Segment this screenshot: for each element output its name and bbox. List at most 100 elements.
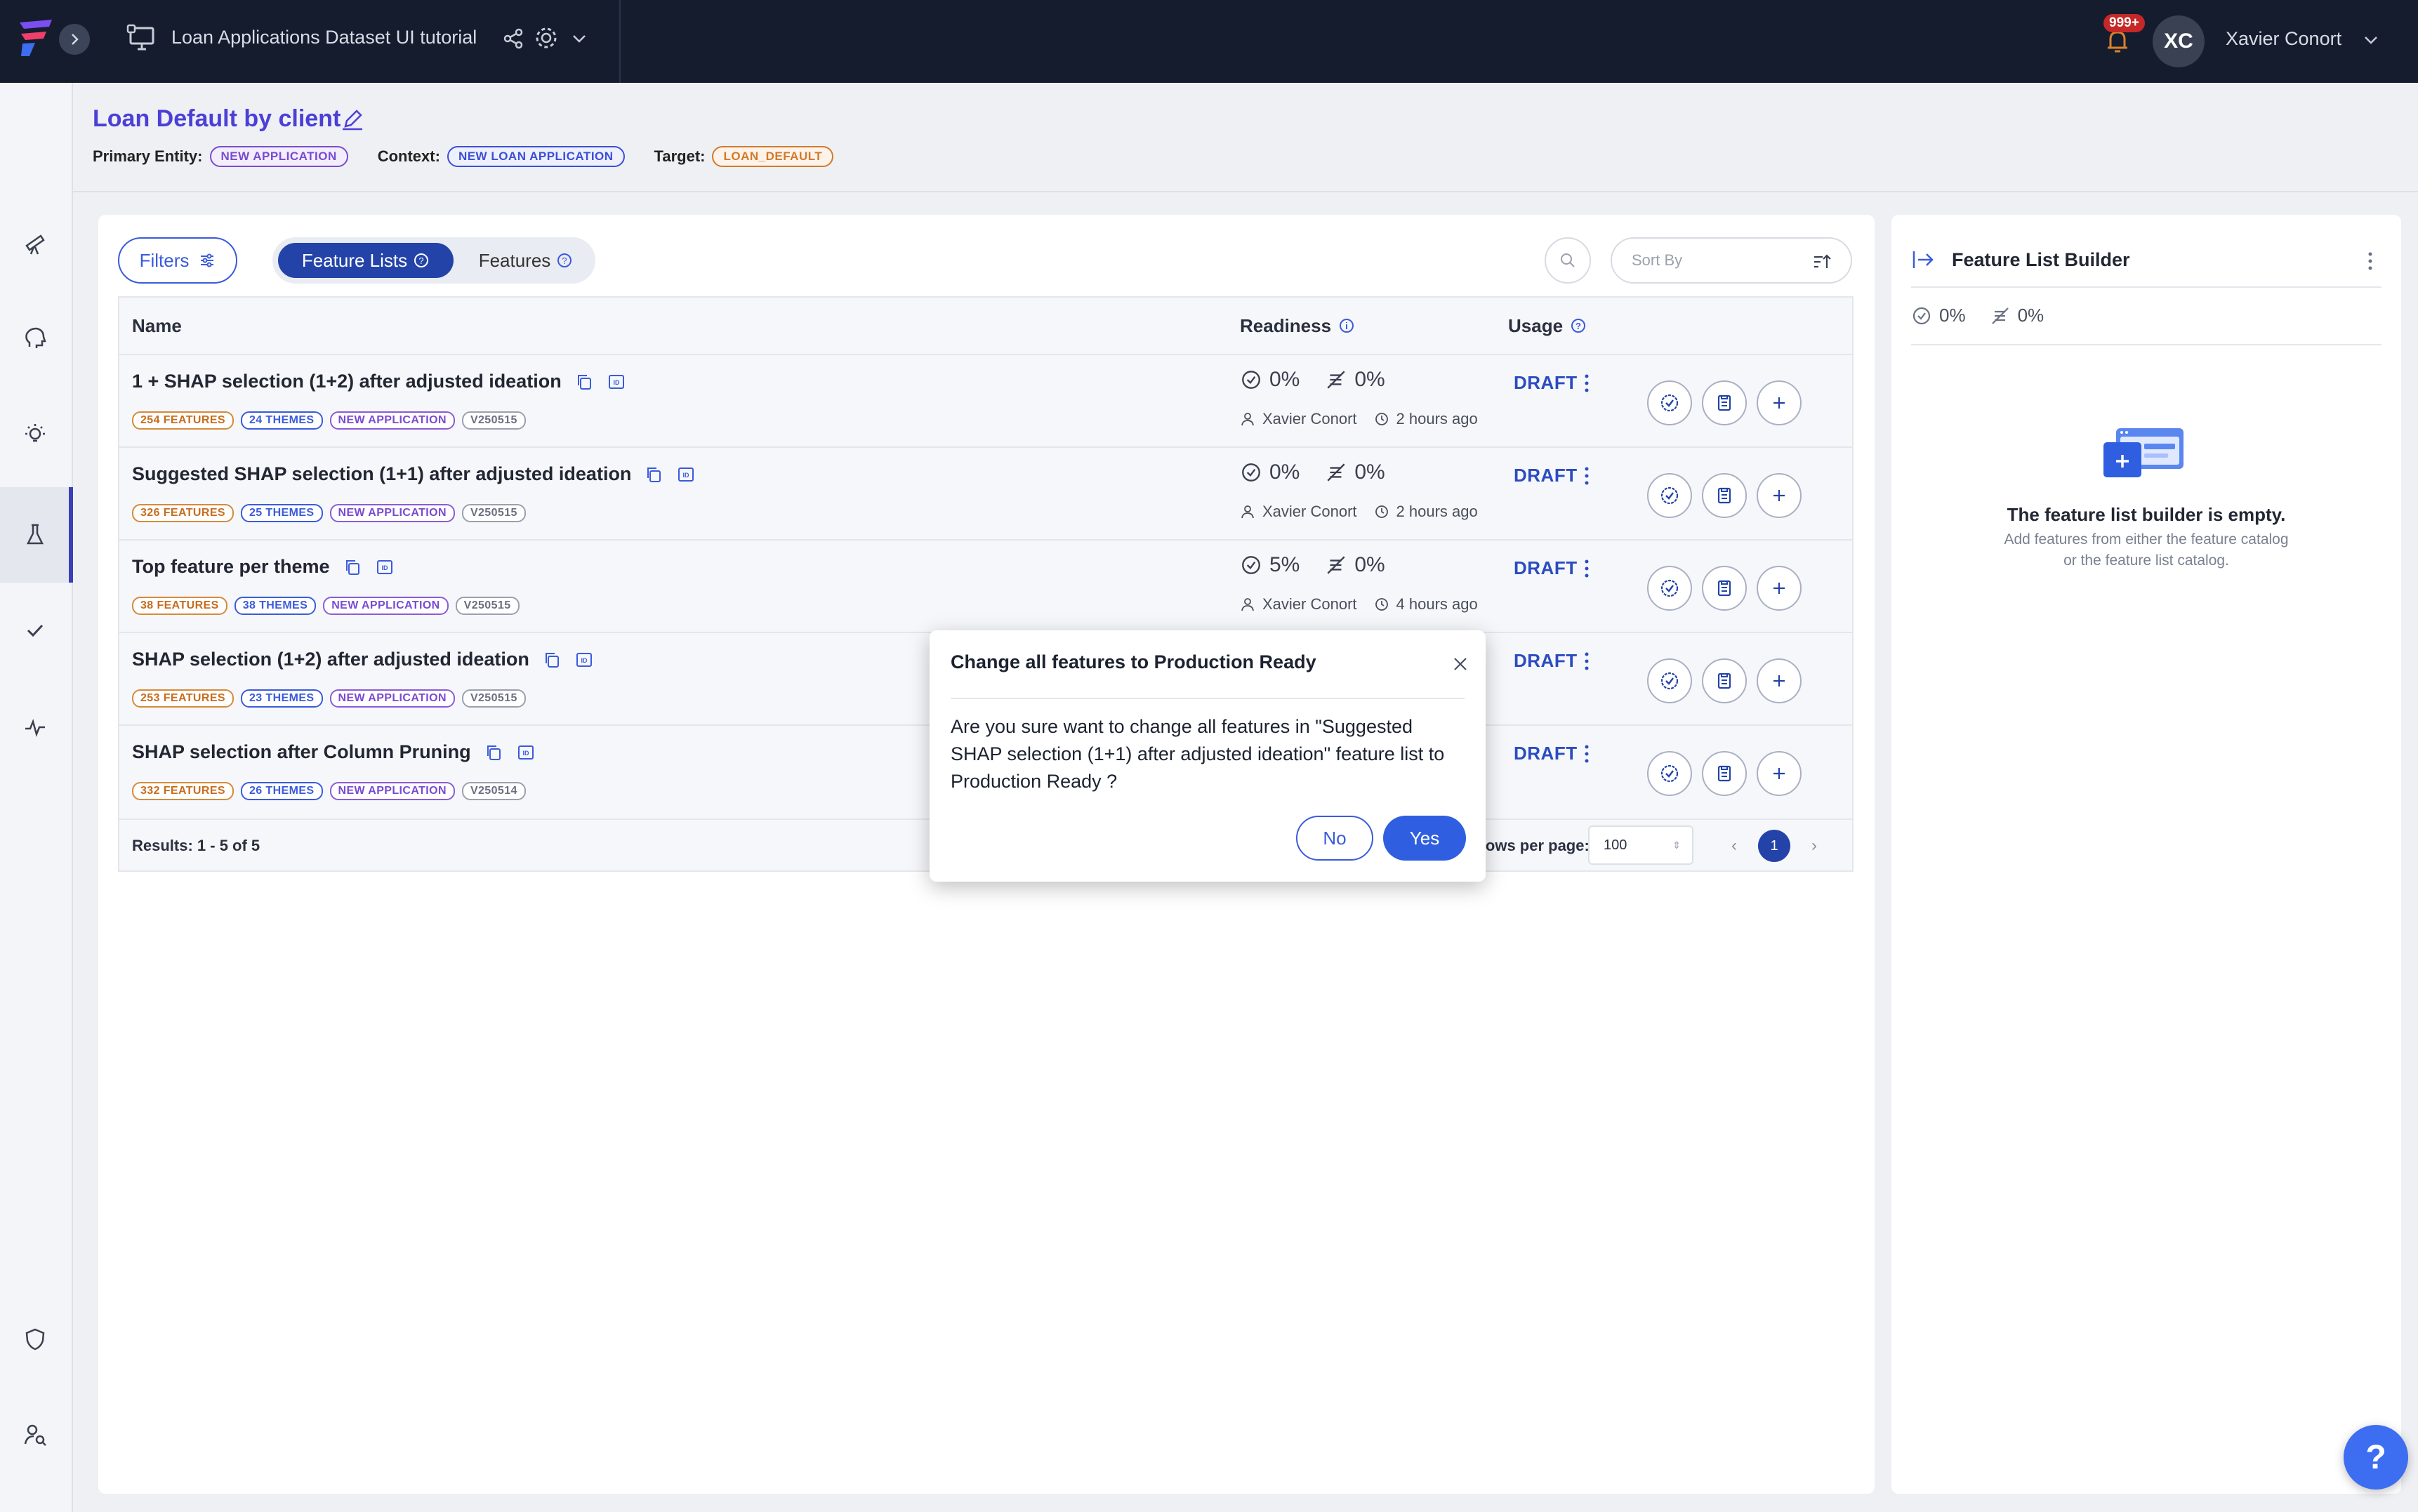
- check-circle-icon: [1242, 371, 1260, 389]
- view-list-button[interactable]: [1702, 380, 1747, 425]
- copy-icon[interactable]: [343, 557, 362, 577]
- id-card-icon[interactable]: ID: [375, 557, 395, 577]
- make-production-ready-button[interactable]: [1647, 658, 1692, 703]
- gear-icon[interactable]: [534, 25, 559, 51]
- share-icon[interactable]: [501, 27, 525, 51]
- help-circle-icon[interactable]: ?: [1570, 317, 1587, 334]
- more-options-icon[interactable]: [1580, 741, 1594, 767]
- feature-list-name[interactable]: Top feature per theme: [132, 556, 330, 578]
- table-row[interactable]: Top feature per theme ID 38 FEATURES 38 T…: [119, 539, 1852, 632]
- info-icon[interactable]: [1338, 317, 1355, 334]
- row-actions: [1647, 566, 1802, 611]
- table-row[interactable]: Suggested SHAP selection (1+1) after adj…: [119, 446, 1852, 539]
- more-options-icon[interactable]: [1580, 371, 1594, 396]
- add-to-builder-button[interactable]: [1757, 473, 1802, 518]
- page-button-current[interactable]: 1: [1758, 830, 1790, 862]
- add-to-builder-button[interactable]: [1757, 658, 1802, 703]
- feature-list-name[interactable]: Suggested SHAP selection (1+1) after adj…: [132, 463, 631, 485]
- divider: [1911, 286, 2381, 288]
- svg-text:ID: ID: [581, 657, 588, 664]
- no-button[interactable]: No: [1296, 816, 1373, 861]
- sort-icon[interactable]: [1811, 251, 1832, 272]
- edit-pencil-icon[interactable]: [340, 107, 365, 132]
- sidebar-item-brain[interactable]: [15, 319, 55, 358]
- yes-button[interactable]: Yes: [1383, 816, 1466, 861]
- id-card-icon[interactable]: ID: [607, 372, 626, 392]
- user-menu-chevron-icon[interactable]: [2362, 31, 2380, 49]
- row-tags: 326 FEATURES 25 THEMES NEW APPLICATION V250…: [132, 504, 526, 522]
- next-page-button[interactable]: ›: [1811, 836, 1817, 856]
- row-actions: [1647, 751, 1802, 796]
- add-to-builder-button[interactable]: [1757, 751, 1802, 796]
- more-options-icon[interactable]: [1580, 649, 1594, 674]
- id-card-icon[interactable]: ID: [574, 650, 594, 670]
- add-to-builder-button[interactable]: [1757, 380, 1802, 425]
- prev-page-button[interactable]: ‹: [1731, 836, 1737, 856]
- more-options-icon[interactable]: [1580, 556, 1594, 581]
- copy-icon[interactable]: [542, 650, 562, 670]
- help-circle-icon[interactable]: ?: [413, 252, 430, 269]
- column-header-readiness[interactable]: Readiness: [1240, 298, 1355, 354]
- search-button[interactable]: [1545, 237, 1591, 284]
- make-production-ready-button[interactable]: [1647, 751, 1692, 796]
- row-tag: 25 THEMES: [240, 504, 323, 522]
- close-icon[interactable]: [1451, 654, 1470, 674]
- make-production-ready-button[interactable]: [1647, 380, 1692, 425]
- sidebar-item-approve[interactable]: [15, 611, 55, 650]
- make-production-ready-button[interactable]: [1647, 566, 1692, 611]
- chevron-down-icon[interactable]: [570, 29, 588, 48]
- copy-icon[interactable]: [574, 372, 594, 392]
- avatar[interactable]: XC: [2153, 15, 2205, 67]
- sidebar-item-user-search[interactable]: [15, 1415, 55, 1454]
- column-header-name[interactable]: Name: [132, 298, 182, 354]
- row-not-ready-pct: 0%: [1354, 368, 1385, 391]
- sidebar-item-experiment[interactable]: [15, 515, 55, 555]
- project-title[interactable]: Loan Applications Dataset UI tutorial: [171, 27, 477, 48]
- row-meta: Xavier Conort 2 hours ago: [1240, 410, 1478, 428]
- row-name: Top feature per theme ID: [132, 556, 395, 578]
- table-row[interactable]: 1 + SHAP selection (1+2) after adjusted …: [119, 354, 1852, 446]
- shield-icon: [25, 1328, 45, 1351]
- project-selector[interactable]: Loan Applications Dataset UI tutorial: [73, 0, 621, 83]
- context-chip: NEW LOAN APPLICATION: [447, 146, 625, 167]
- sidebar-item-ideas[interactable]: [15, 416, 55, 455]
- sidebar-item-telescope[interactable]: [15, 223, 55, 263]
- id-card-icon[interactable]: ID: [516, 743, 536, 762]
- view-list-button[interactable]: [1702, 566, 1747, 611]
- more-options-icon[interactable]: [2363, 248, 2377, 274]
- feature-list-name[interactable]: SHAP selection (1+2) after adjusted idea…: [132, 649, 529, 670]
- feature-list-name[interactable]: 1 + SHAP selection (1+2) after adjusted …: [132, 371, 562, 392]
- add-to-builder-button[interactable]: [1757, 566, 1802, 611]
- help-button[interactable]: ?: [2344, 1425, 2408, 1490]
- view-list-button[interactable]: [1702, 751, 1747, 796]
- row-tag: V250515: [455, 597, 520, 615]
- column-header-usage[interactable]: Usage ?: [1508, 298, 1587, 354]
- app-logo-icon[interactable]: [14, 15, 58, 59]
- feature-list-name[interactable]: SHAP selection after Column Pruning: [132, 741, 471, 763]
- tab-feature-lists-label: Feature Lists: [301, 249, 408, 271]
- id-card-icon[interactable]: ID: [676, 465, 696, 484]
- copy-icon[interactable]: [644, 465, 663, 484]
- tab-feature-lists[interactable]: Feature Lists ?: [278, 243, 454, 278]
- sort-by-select[interactable]: Sort By: [1611, 237, 1852, 284]
- builder-empty-line-2: or the feature list catalog.: [2063, 552, 2229, 569]
- collapse-panel-icon[interactable]: [1911, 247, 1936, 272]
- copy-icon[interactable]: [484, 743, 503, 762]
- sidebar-item-monitor[interactable]: [15, 708, 55, 747]
- help-circle-icon[interactable]: ?: [556, 252, 573, 269]
- filters-button[interactable]: Filters: [118, 237, 237, 284]
- rows-per-page-select[interactable]: 100 ⇕: [1588, 825, 1693, 865]
- dialog-title: Change all features to Production Ready: [951, 651, 1316, 672]
- clipboard-icon: [1717, 394, 1731, 411]
- more-options-icon[interactable]: [1580, 463, 1594, 489]
- clock-icon: [1375, 505, 1388, 518]
- sidebar-item-shield[interactable]: [15, 1320, 55, 1359]
- user-name[interactable]: Xavier Conort: [2226, 28, 2341, 50]
- tab-features-label: Features: [478, 249, 551, 271]
- sort-by-placeholder: Sort By: [1632, 251, 1683, 269]
- row-tag: 332 FEATURES: [132, 782, 234, 800]
- tab-features[interactable]: Features ?: [466, 243, 586, 278]
- view-list-button[interactable]: [1702, 658, 1747, 703]
- view-list-button[interactable]: [1702, 473, 1747, 518]
- make-production-ready-button[interactable]: [1647, 473, 1692, 518]
